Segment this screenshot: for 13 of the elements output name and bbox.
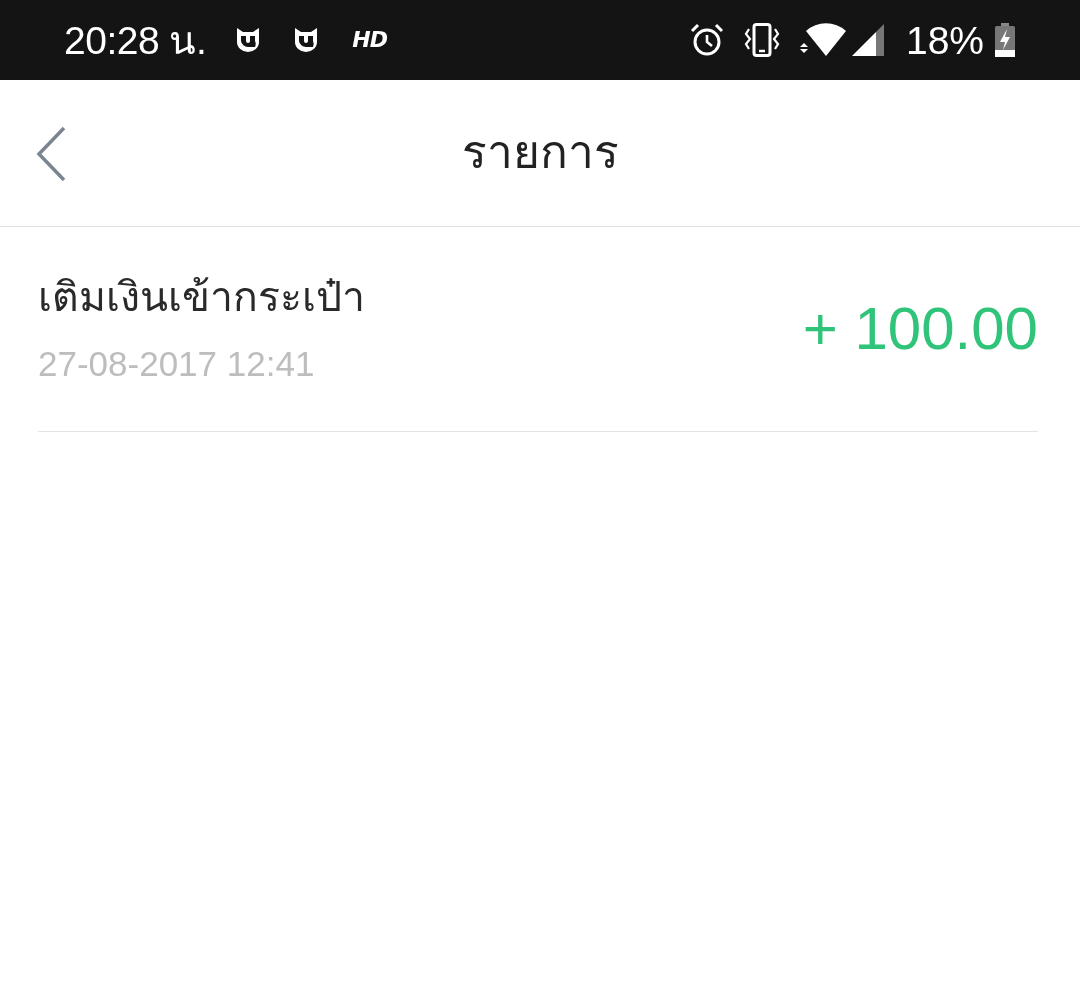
cat-face-icon (294, 27, 319, 53)
hd-indicator: HD (352, 29, 387, 51)
page-title: รายการ (461, 125, 619, 181)
transaction-amount: + 100.00 (802, 299, 1038, 359)
cat-face-icon (236, 27, 261, 53)
clock-time: 20:28 น. (64, 20, 207, 60)
transaction-title: เติมเงินเข้ากระเป๋า (38, 273, 365, 323)
transaction-datetime: 27-08-2017 12:41 (38, 342, 316, 385)
back-chevron-icon (36, 126, 66, 182)
vibrate-phone-icon (743, 23, 780, 57)
alarm-clock-icon (689, 23, 724, 57)
battery-percentage: 18% (905, 20, 984, 60)
transaction-row[interactable]: เติมเงินเข้ากระเป๋า 27-08-2017 12:41 + 100.00 (38, 227, 1038, 432)
